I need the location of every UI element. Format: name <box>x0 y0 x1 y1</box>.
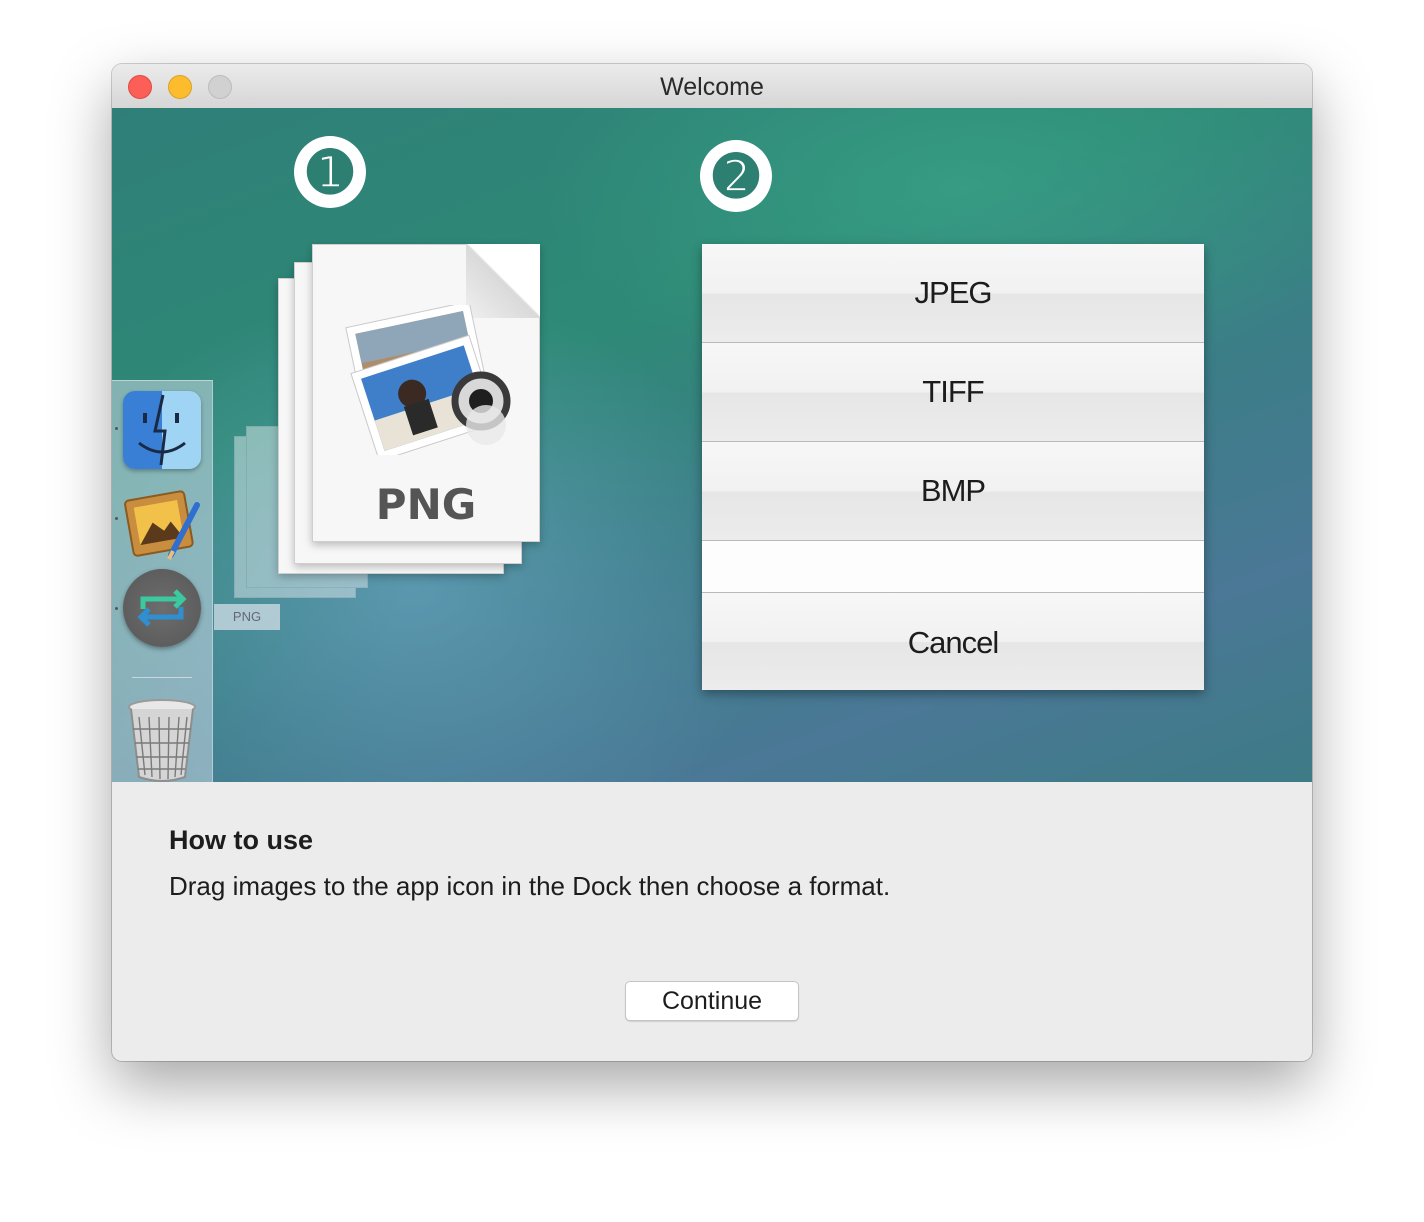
image-converter-app-icon[interactable] <box>123 569 201 647</box>
step-one-badge: ➊ <box>294 136 366 208</box>
title-bar[interactable]: Welcome <box>112 64 1312 109</box>
format-option-jpeg: JPEG <box>702 244 1204 343</box>
finder-icon[interactable] <box>123 391 201 469</box>
running-indicator <box>115 517 118 520</box>
preview-app-graphic <box>124 490 200 560</box>
sheet-spacer <box>702 541 1204 593</box>
instruction-illustration: ➊ ➋ PNG PNG JPEG TIFF BMP Cancel <box>112 108 1312 782</box>
format-action-sheet: JPEG TIFF BMP Cancel <box>702 244 1204 690</box>
ghost-file-label: PNG <box>214 604 280 630</box>
preview-app-icon[interactable] <box>123 485 201 563</box>
trash-can-graphic <box>128 699 196 782</box>
continue-button[interactable]: Continue <box>625 981 799 1021</box>
preview-photo-icon <box>345 305 511 455</box>
trash-icon[interactable] <box>123 697 201 782</box>
window-title: Welcome <box>660 73 764 101</box>
running-indicator <box>115 427 118 430</box>
convert-arrows-icon <box>137 589 187 627</box>
welcome-window: Welcome ➊ ➋ PNG PNG JPEG TIFF BMP Cancel… <box>112 64 1312 1061</box>
sheet-cancel-option: Cancel <box>702 593 1204 690</box>
format-option-tiff: TIFF <box>702 343 1204 442</box>
instructions-text: Drag images to the app icon in the Dock … <box>169 871 891 901</box>
running-indicator <box>115 607 118 610</box>
dock-separator <box>132 677 192 678</box>
format-option-bmp: BMP <box>702 442 1204 541</box>
png-file-icon: PNG <box>312 244 540 542</box>
step-two-badge: ➋ <box>700 140 772 212</box>
instructions-heading: How to use <box>169 825 314 855</box>
file-type-label: PNG <box>375 480 477 529</box>
finder-face-icon <box>138 394 186 466</box>
dock <box>112 380 213 782</box>
